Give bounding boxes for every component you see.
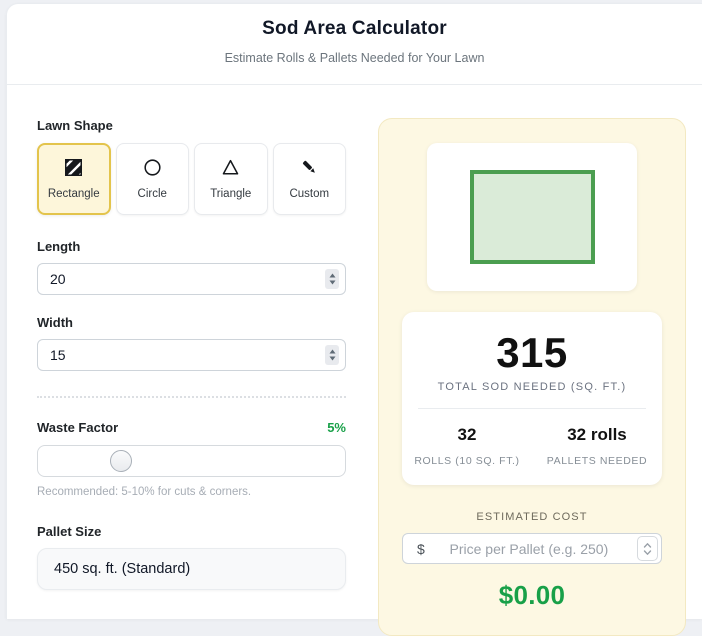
shape-label: Rectangle [47,187,100,200]
pallet-size-value: 450 sq. ft. (Standard) [54,561,191,577]
form-column: Lawn Shape Rectangle Circle Triangle Cus… [37,118,346,636]
circle-icon [143,159,162,177]
slider-thumb[interactable] [110,450,132,472]
pallets-label: PALLETS NEEDED [546,455,648,467]
pallets-stat: 32 rolls PALLETS NEEDED [532,425,662,467]
rolls-label: ROLLS (10 SQ. FT.) [414,455,520,467]
width-input[interactable] [37,339,346,371]
shape-button-custom[interactable]: Custom [272,143,346,215]
pallets-value: 32 rolls [567,425,627,444]
calculator-card: Sod Area Calculator Estimate Rolls & Pal… [6,3,702,636]
price-stepper[interactable] [637,536,658,561]
rolls-stat: 32 ROLLS (10 SQ. FT.) [402,425,532,467]
section-divider [37,396,346,398]
pallet-size-select[interactable]: 450 sq. ft. (Standard) [37,548,346,590]
header: Sod Area Calculator Estimate Rolls & Pal… [7,4,702,85]
shape-label: Triangle [210,187,252,200]
shape-label: Custom [289,187,330,200]
results-panel: 315 TOTAL SOD NEEDED (SQ. FT.) 32 ROLLS … [378,118,686,636]
results-card: 315 TOTAL SOD NEEDED (SQ. FT.) 32 ROLLS … [402,312,662,485]
triangle-icon [221,159,240,177]
shape-button-rectangle[interactable]: Rectangle [37,143,111,215]
price-input-group: $ [402,533,662,564]
content: Lawn Shape Rectangle Circle Triangle Cus… [7,85,702,636]
hatched-square-icon [65,159,83,177]
lawn-shape-preview [469,170,595,264]
length-input[interactable] [37,263,346,295]
page-title: Sod Area Calculator [262,18,447,39]
waste-factor-value: 5% [327,420,346,435]
pallet-size-label: Pallet Size [37,524,102,539]
shape-selector: Rectangle Circle Triangle Custom [37,143,346,215]
width-label: Width [37,315,73,330]
shape-button-triangle[interactable]: Triangle [194,143,268,215]
results-divider [418,408,646,409]
price-per-pallet-input[interactable] [424,540,637,557]
total-sod-value: 315 [496,329,568,376]
shape-preview-card [427,143,637,291]
pencil-icon [300,159,319,177]
waste-factor-slider[interactable] [37,445,346,477]
page-subtitle: Estimate Rolls & Pallets Needed for Your… [224,51,485,65]
shape-button-circle[interactable]: Circle [115,143,189,215]
results-column: 315 TOTAL SOD NEEDED (SQ. FT.) 32 ROLLS … [378,118,686,636]
length-stepper[interactable] [325,269,339,289]
rolls-value: 32 [457,425,477,444]
estimated-cost-label: ESTIMATED COST [476,511,588,523]
total-sod-label: TOTAL SOD NEEDED (SQ. FT.) [437,381,627,393]
shape-label: Circle [137,187,167,200]
length-label: Length [37,239,81,254]
waste-factor-hint: Recommended: 5-10% for cuts & corners. [37,486,252,498]
estimated-cost-value: $0.00 [498,580,566,610]
waste-factor-label: Waste Factor [37,420,119,435]
lawn-shape-label: Lawn Shape [37,118,113,133]
width-stepper[interactable] [325,345,339,365]
currency-symbol: $ [417,540,425,557]
